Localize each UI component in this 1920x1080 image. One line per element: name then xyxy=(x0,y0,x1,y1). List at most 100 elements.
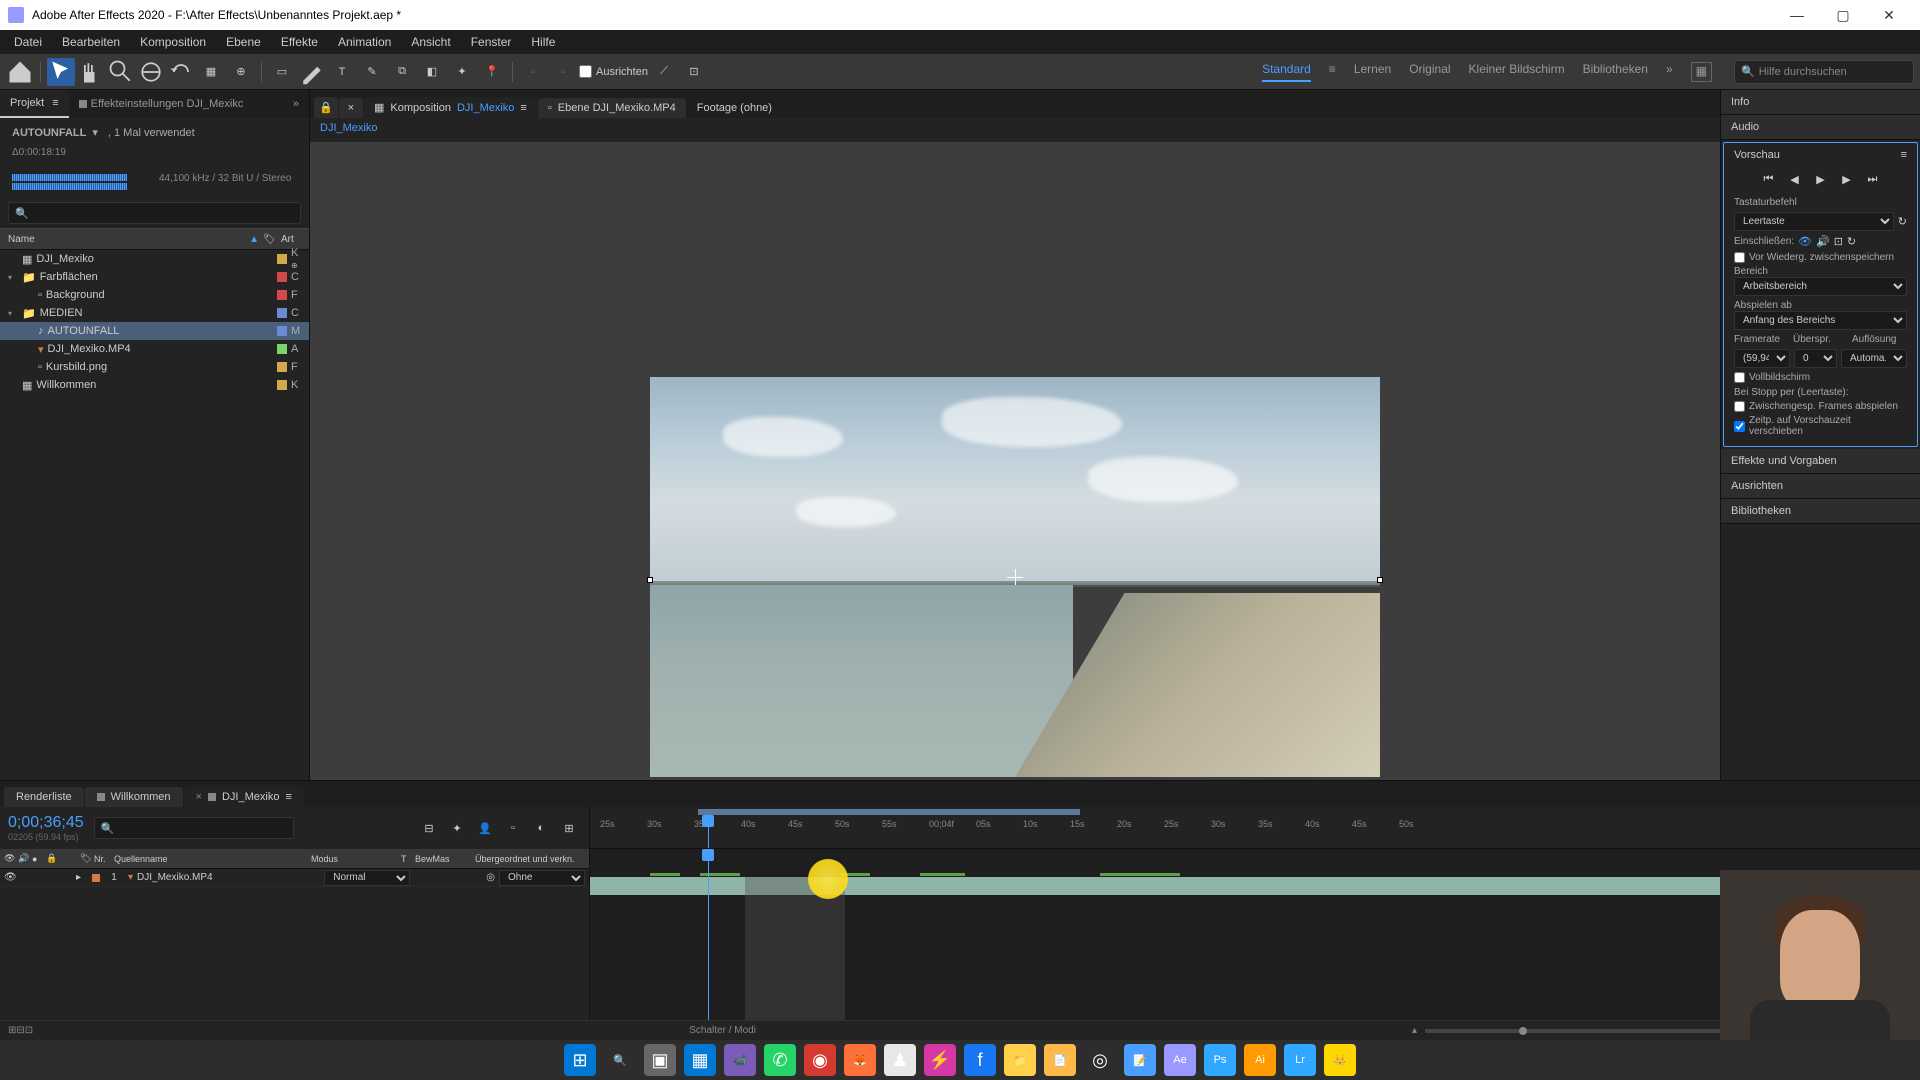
taskbar-app-icon[interactable]: 📝 xyxy=(1124,1044,1156,1076)
menu-animation[interactable]: Animation xyxy=(328,35,401,49)
timeline-search[interactable]: 🔍 xyxy=(94,817,294,839)
twisty-icon[interactable]: ▾ xyxy=(8,309,18,318)
orbit-tool[interactable] xyxy=(137,58,165,86)
rectangle-tool[interactable]: ▭ xyxy=(268,58,296,86)
zoom-out-icon[interactable]: ▴ xyxy=(1412,1025,1417,1036)
tab-projekt[interactable]: Projekt ≡ xyxy=(0,90,69,118)
taskbar-app-icon[interactable]: Ai xyxy=(1244,1044,1276,1076)
menu-fenster[interactable]: Fenster xyxy=(461,35,522,49)
minimize-button[interactable]: — xyxy=(1774,0,1820,30)
workspace-panel-icon[interactable]: ▦ xyxy=(1691,62,1712,82)
tab-renderliste[interactable]: Renderliste xyxy=(4,787,84,807)
resolution-dropdown[interactable]: Automa... xyxy=(1841,349,1907,368)
zoom-tool[interactable] xyxy=(107,58,135,86)
col-type[interactable]: Art xyxy=(281,234,301,245)
taskbar-app-icon[interactable]: 👑 xyxy=(1324,1044,1356,1076)
layer-color[interactable] xyxy=(92,874,100,882)
cached-frames-check[interactable] xyxy=(1734,401,1745,412)
play-icon[interactable]: ▶ xyxy=(1811,169,1831,189)
maximize-button[interactable]: ▢ xyxy=(1820,0,1866,30)
taskbar-app-icon[interactable]: ▣ xyxy=(644,1044,676,1076)
puppet-tool[interactable]: 📍 xyxy=(478,58,506,86)
draft-3d-icon[interactable]: ✦ xyxy=(445,816,469,840)
taskbar-app-icon[interactable]: 📁 xyxy=(1004,1044,1036,1076)
project-item[interactable]: ▾ 📁 MEDIEN C xyxy=(0,304,309,322)
prev-frame-icon[interactable]: ◀ xyxy=(1785,169,1805,189)
audio-icon[interactable]: 🔊 xyxy=(18,853,32,864)
rotation-tool[interactable] xyxy=(167,58,195,86)
taskbar-app-icon[interactable]: ♟ xyxy=(884,1044,916,1076)
last-frame-icon[interactable]: ⏭ xyxy=(1863,169,1883,189)
asset-name[interactable]: AUTOUNFALL ▾, 1 Mal verwendet xyxy=(12,126,297,139)
close-button[interactable]: ✕ xyxy=(1866,0,1912,30)
taskbar-app-icon[interactable]: 🔍 xyxy=(604,1044,636,1076)
taskbar-app-icon[interactable]: 📹 xyxy=(724,1044,756,1076)
workspace-menu-icon[interactable]: ≡ xyxy=(1329,62,1336,82)
project-item[interactable]: ▾ 📁 Farbflächen C xyxy=(0,268,309,286)
frame-blend-icon[interactable]: ▫ xyxy=(501,816,525,840)
solo-icon[interactable]: ● xyxy=(32,854,46,864)
menu-ebene[interactable]: Ebene xyxy=(216,35,271,49)
lock-icon[interactable]: 🔒 xyxy=(46,853,60,864)
first-frame-icon[interactable]: ⏮ xyxy=(1759,169,1779,189)
parent-dropdown[interactable]: Ohne xyxy=(499,870,585,886)
playhead[interactable] xyxy=(708,815,709,848)
viewer-tab-lock[interactable]: 🔒 xyxy=(314,97,338,118)
workspace-standard[interactable]: Standard xyxy=(1262,62,1311,82)
tag-icon[interactable]: 🏷 xyxy=(80,853,94,864)
include-loop-icon[interactable]: ↻ xyxy=(1847,235,1856,248)
workspace-more-icon[interactable]: » xyxy=(1666,62,1673,82)
viewer-tab-footage[interactable]: Footage (ohne) xyxy=(687,98,782,118)
project-item[interactable]: ▦ Willkommen K xyxy=(0,376,309,394)
menu-ansicht[interactable]: Ansicht xyxy=(401,35,460,49)
twisty-icon[interactable]: ▸ xyxy=(76,872,88,883)
menu-komposition[interactable]: Komposition xyxy=(130,35,216,49)
color-tag[interactable] xyxy=(277,344,287,354)
toggle-modes-icon[interactable]: ⊟ xyxy=(16,1025,24,1036)
tab-willkommen[interactable]: Willkommen xyxy=(85,787,183,807)
breadcrumb[interactable]: DJI_Mexiko xyxy=(310,118,1720,142)
preview-menu-icon[interactable]: ≡ xyxy=(1901,149,1907,161)
taskbar-app-icon[interactable]: Lr xyxy=(1284,1044,1316,1076)
color-tag[interactable] xyxy=(277,380,287,390)
camera-tool[interactable]: ▦ xyxy=(197,58,225,86)
color-tag[interactable] xyxy=(277,362,287,372)
include-video-icon[interactable]: 👁 xyxy=(1798,235,1812,248)
pen-tool[interactable] xyxy=(298,58,326,86)
layer-row[interactable]: 👁 ▸ 1 ▾ DJI_Mexiko.MP4 Normal ◎ Ohne xyxy=(0,869,589,887)
color-tag[interactable] xyxy=(277,290,287,300)
hand-tool[interactable] xyxy=(77,58,105,86)
help-search[interactable]: 🔍 Hilfe durchsuchen xyxy=(1734,60,1914,84)
handle-right[interactable] xyxy=(1377,577,1383,583)
menu-datei[interactable]: Datei xyxy=(4,35,52,49)
brush-tool[interactable]: ✎ xyxy=(358,58,386,86)
effects-section[interactable]: Effekte und Vorgaben xyxy=(1721,449,1920,474)
playfrom-dropdown[interactable]: Anfang des Bereichs xyxy=(1734,311,1907,330)
home-tool[interactable] xyxy=(6,58,34,86)
project-item[interactable]: ▫ Kursbild.png F xyxy=(0,358,309,376)
col-tag-icon[interactable]: 🏷 xyxy=(263,234,281,245)
project-search[interactable]: 🔍 xyxy=(8,202,301,224)
toggle-switches-icon[interactable]: ⊞ xyxy=(8,1025,16,1036)
shy-icon[interactable]: 👤 xyxy=(473,816,497,840)
next-frame-icon[interactable]: ▶ xyxy=(1837,169,1857,189)
cache-before-check[interactable] xyxy=(1734,252,1745,263)
tab-effekteinstellungen[interactable]: Effekteinstellungen DJI_Mexikc» xyxy=(69,90,309,118)
menu-bearbeiten[interactable]: Bearbeiten xyxy=(52,35,130,49)
project-item[interactable]: ▦ DJI_Mexiko K ⊕ xyxy=(0,250,309,268)
workspace-bibliotheken[interactable]: Bibliotheken xyxy=(1583,62,1648,82)
taskbar-app-icon[interactable]: ✆ xyxy=(764,1044,796,1076)
taskbar-app-icon[interactable]: Ae xyxy=(1164,1044,1196,1076)
info-section[interactable]: Info xyxy=(1721,90,1920,115)
video-toggle[interactable]: 👁 xyxy=(4,872,18,883)
align-section[interactable]: Ausrichten xyxy=(1721,474,1920,499)
skip-dropdown[interactable]: 0 xyxy=(1794,349,1837,368)
motion-blur-icon[interactable]: ◐ xyxy=(529,816,553,840)
roto-tool[interactable]: ✦ xyxy=(448,58,476,86)
include-overlay-icon[interactable]: ⊡ xyxy=(1834,235,1843,248)
playhead-line[interactable] xyxy=(708,849,709,1020)
twisty-icon[interactable]: ▾ xyxy=(8,273,18,282)
graph-editor-icon[interactable]: ⊞ xyxy=(557,816,581,840)
comp-mini-flowchart-icon[interactable]: ⊟ xyxy=(417,816,441,840)
eraser-tool[interactable]: ◧ xyxy=(418,58,446,86)
